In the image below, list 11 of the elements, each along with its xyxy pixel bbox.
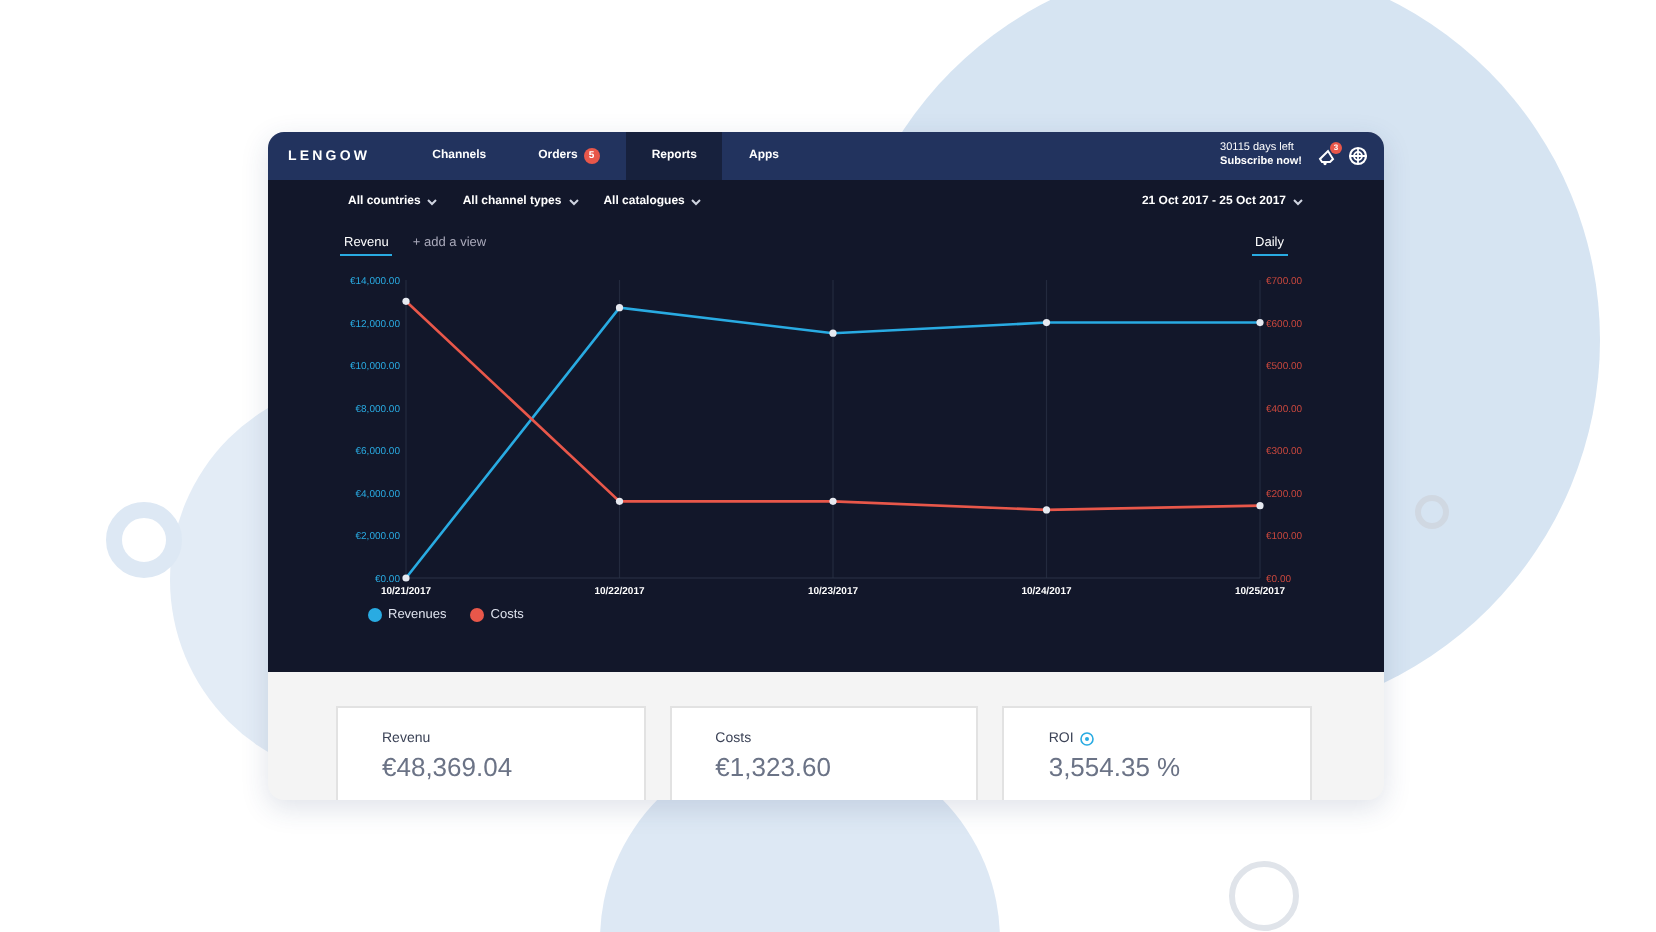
- globe-icon[interactable]: [1348, 146, 1368, 166]
- chevron-down-icon: [1292, 198, 1304, 206]
- help-icon[interactable]: [1079, 732, 1094, 746]
- kpi-value: 3,554.35 %: [1048, 752, 1183, 782]
- chevron-down-icon: [567, 198, 580, 206]
- chevron-down-icon: [426, 198, 439, 206]
- kpi-value: €48,369.04: [382, 752, 515, 782]
- chevron-down-icon: [690, 198, 703, 206]
- decorative-ring: [1229, 861, 1299, 931]
- kpi-value: €1,323.60: [715, 752, 834, 782]
- bell-icon[interactable]: [1318, 147, 1336, 165]
